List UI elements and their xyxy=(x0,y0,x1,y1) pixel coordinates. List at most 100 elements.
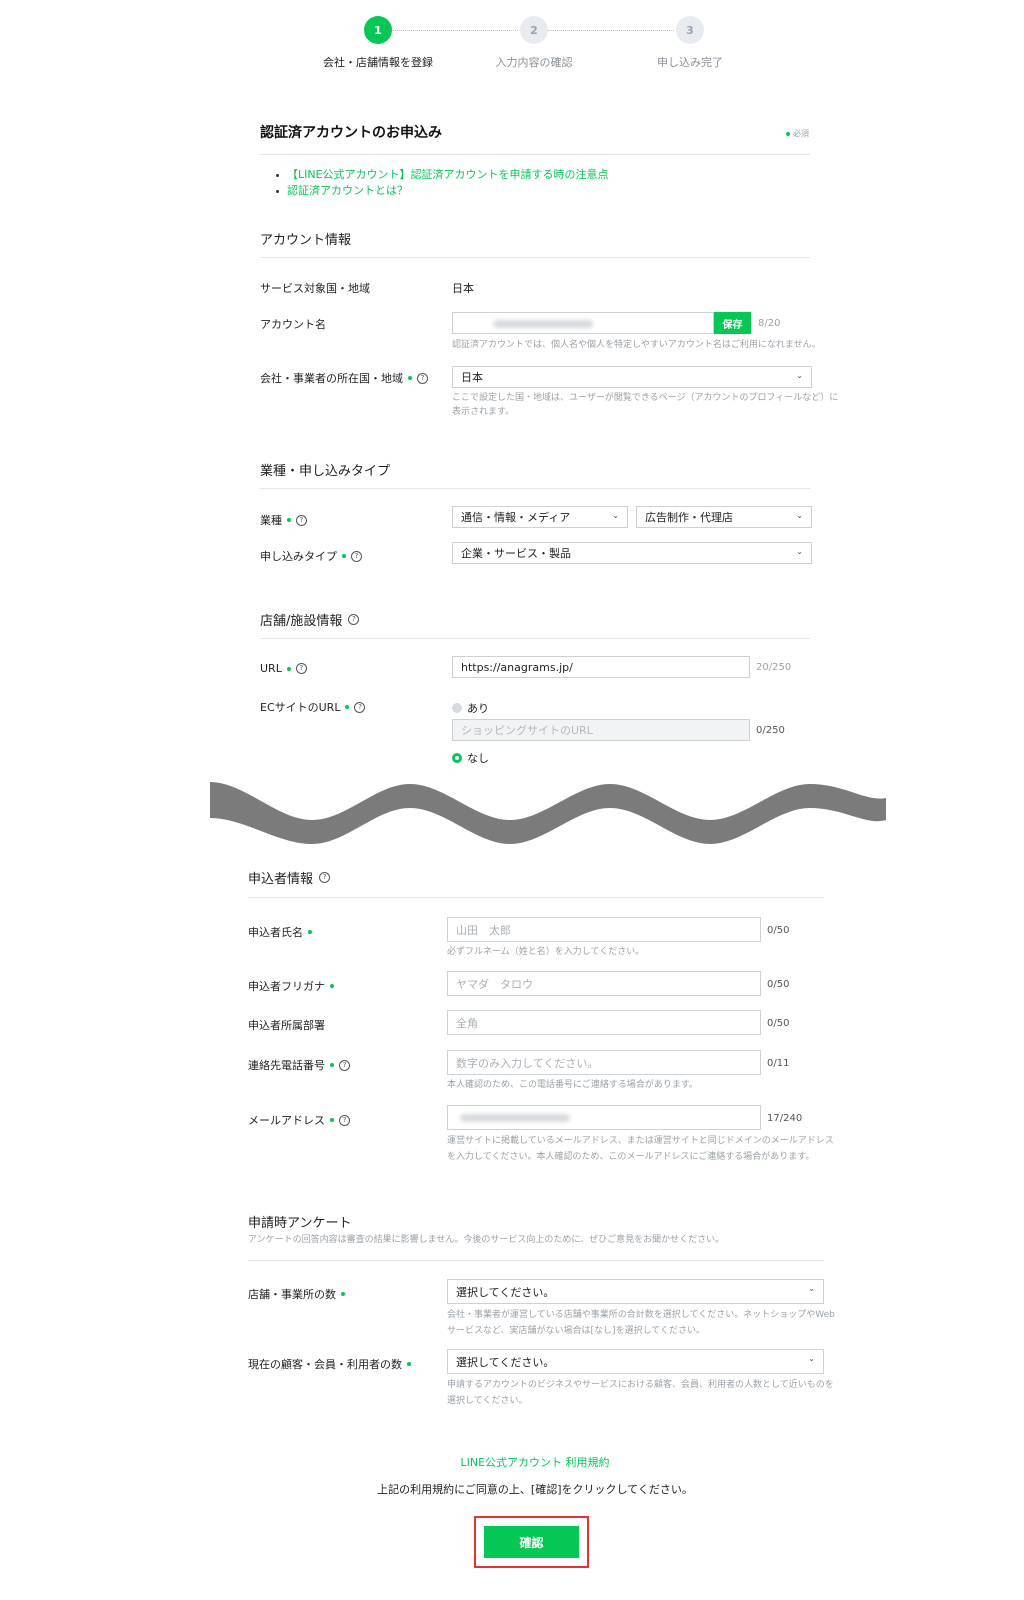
phone-input[interactable]: 数字のみ入力してください。 xyxy=(447,1050,761,1075)
stores-label-text: 店舗・事業所の数 xyxy=(248,1288,336,1301)
required-dot xyxy=(345,705,350,709)
name-input[interactable]: 山田 太郎 xyxy=(447,917,761,942)
service-region-label: サービス対象国・地域 xyxy=(260,280,370,296)
email-label: メールアドレス ? xyxy=(248,1112,350,1128)
account-name-input[interactable] xyxy=(452,312,714,334)
stores-selected: 選択してください。 xyxy=(456,1285,555,1299)
name-label-text: 申込者氏名 xyxy=(248,926,303,939)
customers-help-1: 申請するアカウントのビジネスやサービスにおける顧客、会員、利用者の人数として近い… xyxy=(447,1380,834,1390)
section-store: 店舗/施設情報 ? xyxy=(260,610,360,629)
question-circle-icon[interactable]: ? xyxy=(339,1114,350,1126)
customers-label-text: 現在の顧客・会員・利用者の数 xyxy=(248,1358,402,1371)
terms-link[interactable]: LINE公式アカウント 利用規約 xyxy=(0,1454,1024,1470)
name-placeholder: 山田 太郎 xyxy=(456,923,511,937)
survey-note: アンケートの回答内容は審査の結果に影響しません。今後のサービス向上のために、ぜひ… xyxy=(248,1235,725,1245)
step-connector xyxy=(548,30,674,31)
question-circle-icon[interactable]: ? xyxy=(296,514,307,526)
about-link[interactable]: 認証済アカウントとは？ xyxy=(276,182,408,198)
type-select[interactable]: 企業・サービス・製品 ⌄ xyxy=(452,542,812,564)
wave-divider xyxy=(210,782,886,844)
company-region-select[interactable]: 日本 ⌄ xyxy=(452,366,812,388)
url-label-text: URL xyxy=(260,662,282,675)
question-circle-icon[interactable]: ? xyxy=(354,701,366,713)
step-1-label: 会社・店舗情報を登録 xyxy=(323,56,433,69)
chevron-down-icon: ⌄ xyxy=(808,1284,815,1293)
step-connector xyxy=(392,30,518,31)
question-circle-icon[interactable]: ? xyxy=(417,372,428,384)
phone-count: 0/11 xyxy=(767,1058,790,1069)
dept-input[interactable]: 全角 xyxy=(447,1010,761,1035)
divider xyxy=(248,1260,824,1261)
chevron-down-icon: ⌄ xyxy=(796,511,803,520)
ec-option-yes[interactable]: あり xyxy=(467,700,489,716)
bullet xyxy=(276,173,279,177)
kana-input[interactable]: ヤマダ タロウ xyxy=(447,971,761,996)
required-dot xyxy=(308,930,312,934)
divider xyxy=(260,257,810,258)
company-region-selected: 日本 xyxy=(461,371,483,384)
dept-label-text: 申込者所属部署 xyxy=(248,1019,325,1032)
kana-label-text: 申込者フリガナ xyxy=(248,980,325,993)
company-region-help-1: ここで設定した国・地域は、ユーザーが閲覧できるページ（アカウントのプロフィールな… xyxy=(452,393,839,403)
type-label: 申し込みタイプ ? xyxy=(260,548,362,564)
chevron-down-icon: ⌄ xyxy=(796,547,803,556)
stores-label: 店舗・事業所の数 xyxy=(248,1286,345,1302)
bullet xyxy=(276,189,279,193)
required-dot xyxy=(786,131,790,136)
name-label: 申込者氏名 xyxy=(248,924,312,940)
required-dot xyxy=(407,1362,411,1366)
question-circle-icon[interactable]: ? xyxy=(339,1059,350,1071)
divider xyxy=(260,638,810,639)
ec-url-placeholder: ショッピングサイトのURL xyxy=(461,724,593,737)
name-help: 必ずフルネーム（姓と名）を入力してください。 xyxy=(447,947,645,957)
company-region-help-2: 表示されます。 xyxy=(452,407,515,417)
question-circle-icon[interactable]: ? xyxy=(319,872,331,883)
ec-option-no[interactable]: なし xyxy=(467,750,489,766)
ec-label: ECサイトのURL ? xyxy=(260,699,366,715)
company-region-label: 会社・事業者の所在国・地域 ? xyxy=(260,370,428,386)
type-selected: 企業・サービス・製品 xyxy=(461,547,571,560)
company-region-label-text: 会社・事業者の所在国・地域 xyxy=(260,372,403,385)
ec-url-input[interactable]: ショッピングサイトのURL xyxy=(452,719,750,741)
email-input[interactable] xyxy=(447,1105,761,1130)
save-button[interactable]: 保存 xyxy=(714,312,751,334)
step-2-label: 入力内容の確認 xyxy=(495,56,573,69)
stores-select[interactable]: 選択してください。 ⌄ xyxy=(447,1279,824,1304)
divider xyxy=(260,488,810,489)
stores-help-1: 会社・事業者が運営している店舗や事業所の合計数を選択してください。ネットショップ… xyxy=(447,1310,835,1320)
email-count: 17/240 xyxy=(767,1113,803,1124)
url-count: 20/250 xyxy=(756,662,792,673)
service-region-value: 日本 xyxy=(452,282,474,295)
confirm-button[interactable]: 確認 xyxy=(484,1526,579,1558)
customers-select[interactable]: 選択してください。 ⌄ xyxy=(447,1349,824,1374)
ec-radio-no[interactable] xyxy=(452,753,462,763)
required-dot xyxy=(330,1063,334,1067)
required-dot xyxy=(341,1292,345,1296)
industry-label-text: 業種 xyxy=(260,514,282,527)
url-input[interactable]: https://anagrams.jp/ xyxy=(452,656,750,678)
industry-select-2[interactable]: 広告制作・代理店 ⌄ xyxy=(636,506,812,528)
section-applicant: 申込者情報 ? xyxy=(248,868,331,887)
ec-label-text: ECサイトのURL xyxy=(260,701,341,714)
kana-count: 0/50 xyxy=(767,979,790,990)
notice-link[interactable]: 【LINE公式アカウント】認証済アカウントを申請する時の注意点 xyxy=(276,166,609,182)
service-region-label-text: サービス対象国・地域 xyxy=(260,282,370,295)
chevron-down-icon: ⌄ xyxy=(796,371,803,380)
account-name-redacted xyxy=(493,320,593,328)
dept-label: 申込者所属部署 xyxy=(248,1017,325,1033)
account-name-count: 8/20 xyxy=(758,318,781,329)
type-label-text: 申し込みタイプ xyxy=(260,550,337,563)
account-name-help: 認証済アカウントでは、個人名や個人を特定しやすいアカウント名はご利用になれません… xyxy=(452,340,821,350)
section-survey: 申請時アンケート xyxy=(248,1216,352,1231)
ec-radio-yes[interactable] xyxy=(452,703,462,713)
required-dot xyxy=(286,666,291,671)
industry-select-1[interactable]: 通信・情報・メディア ⌄ xyxy=(452,506,628,528)
customers-help-2: 選択してください。 xyxy=(447,1396,528,1406)
kana-placeholder: ヤマダ タロウ xyxy=(456,977,533,991)
question-circle-icon[interactable]: ? xyxy=(295,663,307,674)
chevron-down-icon: ⌄ xyxy=(808,1354,815,1363)
kana-label: 申込者フリガナ xyxy=(248,978,334,994)
about-link-label: 認証済アカウントとは？ xyxy=(287,184,408,197)
question-circle-icon[interactable]: ? xyxy=(351,550,362,562)
question-circle-icon[interactable]: ? xyxy=(348,614,360,625)
